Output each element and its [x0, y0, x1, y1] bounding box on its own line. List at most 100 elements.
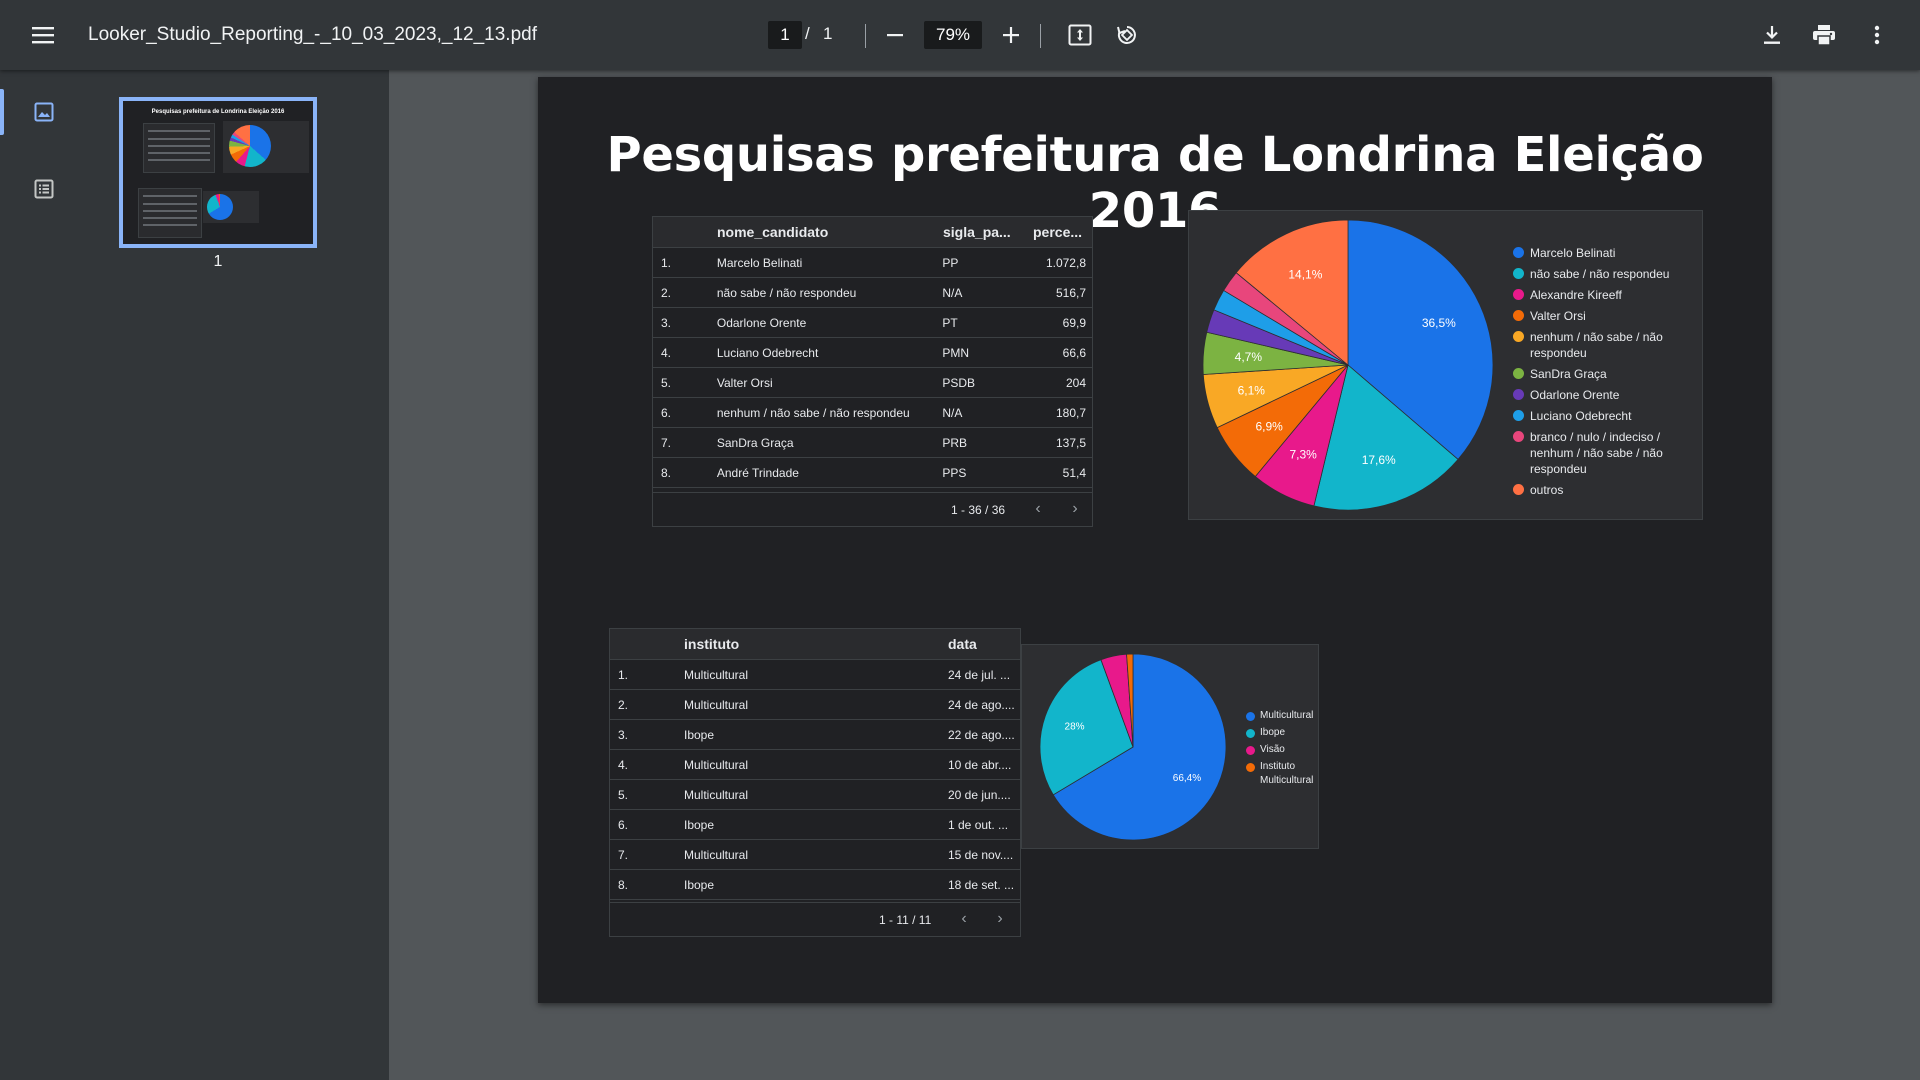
- table-row[interactable]: 6. Ibope 1 de out. ...: [610, 809, 1020, 839]
- table-row[interactable]: 8. André Trindade PPS 51,4: [653, 457, 1092, 487]
- more-vert-icon: [1874, 25, 1880, 45]
- table-header: nome_candidato sigla_pa... perce...: [653, 217, 1092, 247]
- legend-item[interactable]: SanDra Graça: [1513, 366, 1693, 382]
- table-cell: 180,7: [1055, 405, 1086, 420]
- legend-swatch: [1246, 763, 1255, 772]
- table-row[interactable]: 6. nenhum / não sabe / não respondeu N/A 18…: [653, 397, 1092, 427]
- table-cell: PMN: [942, 345, 970, 360]
- table-cell: 22 de ago....: [948, 727, 1015, 742]
- outline-tab[interactable]: [0, 164, 88, 214]
- table-cell: 1 de out. ...: [948, 817, 1009, 832]
- table-row[interactable]: 5. Valter Orsi PSDB 204: [653, 367, 1092, 397]
- fit-to-page-button[interactable]: [1060, 15, 1100, 55]
- pie-value-label: 4,7%: [1235, 350, 1263, 364]
- legend-item[interactable]: Ibope: [1246, 726, 1320, 740]
- pie-value-label: 7,3%: [1289, 447, 1317, 461]
- table-row[interactable]: 8. Ibope 18 de set. ...: [610, 869, 1020, 899]
- more-options-button[interactable]: [1857, 15, 1897, 55]
- table-row[interactable]: 2. Multicultural 24 de ago....: [610, 689, 1020, 719]
- chevron-right-icon[interactable]: ›: [991, 910, 1009, 928]
- menu-icon[interactable]: [23, 15, 63, 55]
- table-cell: 24 de jul. ...: [948, 667, 1011, 682]
- chart-legend: Multicultural Ibope Visão Instituto Multicu…: [1246, 709, 1320, 791]
- table-row[interactable]: 7. SanDra Graça PRB 137,5: [653, 427, 1092, 457]
- pdf-page: Pesquisas prefeitura de Londrina Eleição…: [538, 77, 1772, 1003]
- legend-item[interactable]: outros: [1513, 482, 1693, 498]
- print-icon: [1813, 25, 1835, 46]
- chevron-left-icon[interactable]: ‹: [1029, 500, 1047, 518]
- page-number-input[interactable]: 1: [768, 21, 802, 49]
- print-button[interactable]: [1804, 15, 1844, 55]
- legend-swatch: [1246, 746, 1255, 755]
- legend-item[interactable]: branco / nulo / indeciso / nenhum / não …: [1513, 429, 1693, 477]
- table-row[interactable]: 5. Multicultural 20 de jun....: [610, 779, 1020, 809]
- table-row[interactable]: 1. Marcelo Belinati PP 1.072,8: [653, 247, 1092, 277]
- zoom-input[interactable]: 79%: [924, 21, 982, 49]
- table-row[interactable]: 7. Multicultural 15 de nov....: [610, 839, 1020, 869]
- pie-value-label: 28%: [1065, 722, 1085, 733]
- download-button[interactable]: [1752, 15, 1792, 55]
- table-cell: Multicultural: [684, 847, 749, 862]
- thumbnail-chart-2: [203, 191, 259, 223]
- column-header[interactable]: perce...: [1033, 224, 1087, 240]
- legend-item[interactable]: nenhum / não sabe / não respondeu: [1513, 329, 1693, 361]
- legend-label: Ibope: [1260, 727, 1286, 738]
- minus-icon: [887, 34, 903, 37]
- rotate-button[interactable]: [1107, 15, 1147, 55]
- table-cell: PRB: [942, 435, 968, 450]
- table-cell: Valter Orsi: [716, 375, 773, 390]
- page-total: 1: [823, 24, 833, 43]
- column-header[interactable]: nome_candidato: [717, 224, 943, 240]
- table-cell: 3.: [618, 727, 629, 742]
- table-row[interactable]: 3. Ibope 22 de ago....: [610, 719, 1020, 749]
- table-cell: PT: [942, 315, 958, 330]
- table-row[interactable]: 2. não sabe / não respondeu N/A 516,7: [653, 277, 1092, 307]
- chevron-right-icon[interactable]: ›: [1066, 500, 1084, 518]
- page-thumbnail[interactable]: Pesquisas prefeitura de Londrina Eleição…: [119, 97, 317, 248]
- legend-item[interactable]: Valter Orsi: [1513, 308, 1693, 324]
- table-cell: Multicultural: [684, 667, 749, 682]
- table-row[interactable]: 3. Odarlone Orente PT 69,9: [653, 307, 1092, 337]
- table-header: instituto data: [610, 629, 1020, 659]
- zoom-out-button[interactable]: [875, 15, 915, 55]
- pie-value-label: 36,5%: [1422, 316, 1456, 330]
- pie-value-label: 6,1%: [1238, 383, 1266, 397]
- thumbnails-tab[interactable]: [0, 87, 88, 137]
- column-header[interactable]: sigla_pa...: [943, 224, 1033, 240]
- table-cell: Ibope: [684, 877, 715, 892]
- table-cell: 69,9: [1062, 315, 1086, 330]
- pie-value-label: 66,4%: [1173, 773, 1201, 784]
- table-cell: 516,7: [1055, 285, 1086, 300]
- table-row[interactable]: 1. Multicultural 24 de jul. ...: [610, 659, 1020, 689]
- legend-item[interactable]: Luciano Odebrecht: [1513, 408, 1693, 424]
- column-header[interactable]: instituto: [684, 636, 948, 652]
- legend-item[interactable]: Visão: [1246, 743, 1320, 757]
- table-row[interactable]: 4. Luciano Odebrecht PMN 66,6: [653, 337, 1092, 367]
- thumbnail-table: [143, 123, 215, 173]
- legend-item[interactable]: Marcelo Belinati: [1513, 245, 1693, 261]
- legend-item[interactable]: Multicultural: [1246, 709, 1320, 723]
- table-pagination: 1 - 11 / 11 ‹ ›: [610, 902, 1020, 936]
- legend-item[interactable]: Alexandre Kireeff: [1513, 287, 1693, 303]
- table-cell: 4.: [618, 757, 629, 772]
- table-cell: 2.: [661, 285, 672, 300]
- legend-item[interactable]: Odarlone Orente: [1513, 387, 1693, 403]
- column-header[interactable]: data: [948, 636, 1014, 652]
- table-cell: PP: [942, 255, 959, 270]
- table-cell: 24 de ago....: [948, 697, 1015, 712]
- zoom-in-button[interactable]: [991, 15, 1031, 55]
- table-cell: Multicultural: [684, 697, 749, 712]
- table-cell: André Trindade: [716, 465, 799, 480]
- legend-item[interactable]: não sabe / não respondeu: [1513, 266, 1693, 282]
- plus-icon: [1003, 27, 1019, 43]
- chevron-left-icon[interactable]: ‹: [955, 910, 973, 928]
- table-cell: Odarlone Orente: [716, 315, 807, 330]
- table-cell: 10 de abr....: [948, 757, 1012, 772]
- pie-value-label: 17,6%: [1362, 453, 1396, 467]
- legend-item[interactable]: Instituto Multicultural: [1246, 760, 1320, 788]
- pagination-range: 1 - 36 / 36: [951, 503, 1006, 517]
- table-row[interactable]: 4. Multicultural 10 de abr....: [610, 749, 1020, 779]
- table-cell: 7.: [661, 435, 672, 450]
- legend-swatch: [1513, 310, 1524, 321]
- table-body: 1. Multicultural 24 de jul. ... 2. Multicult…: [610, 659, 1020, 913]
